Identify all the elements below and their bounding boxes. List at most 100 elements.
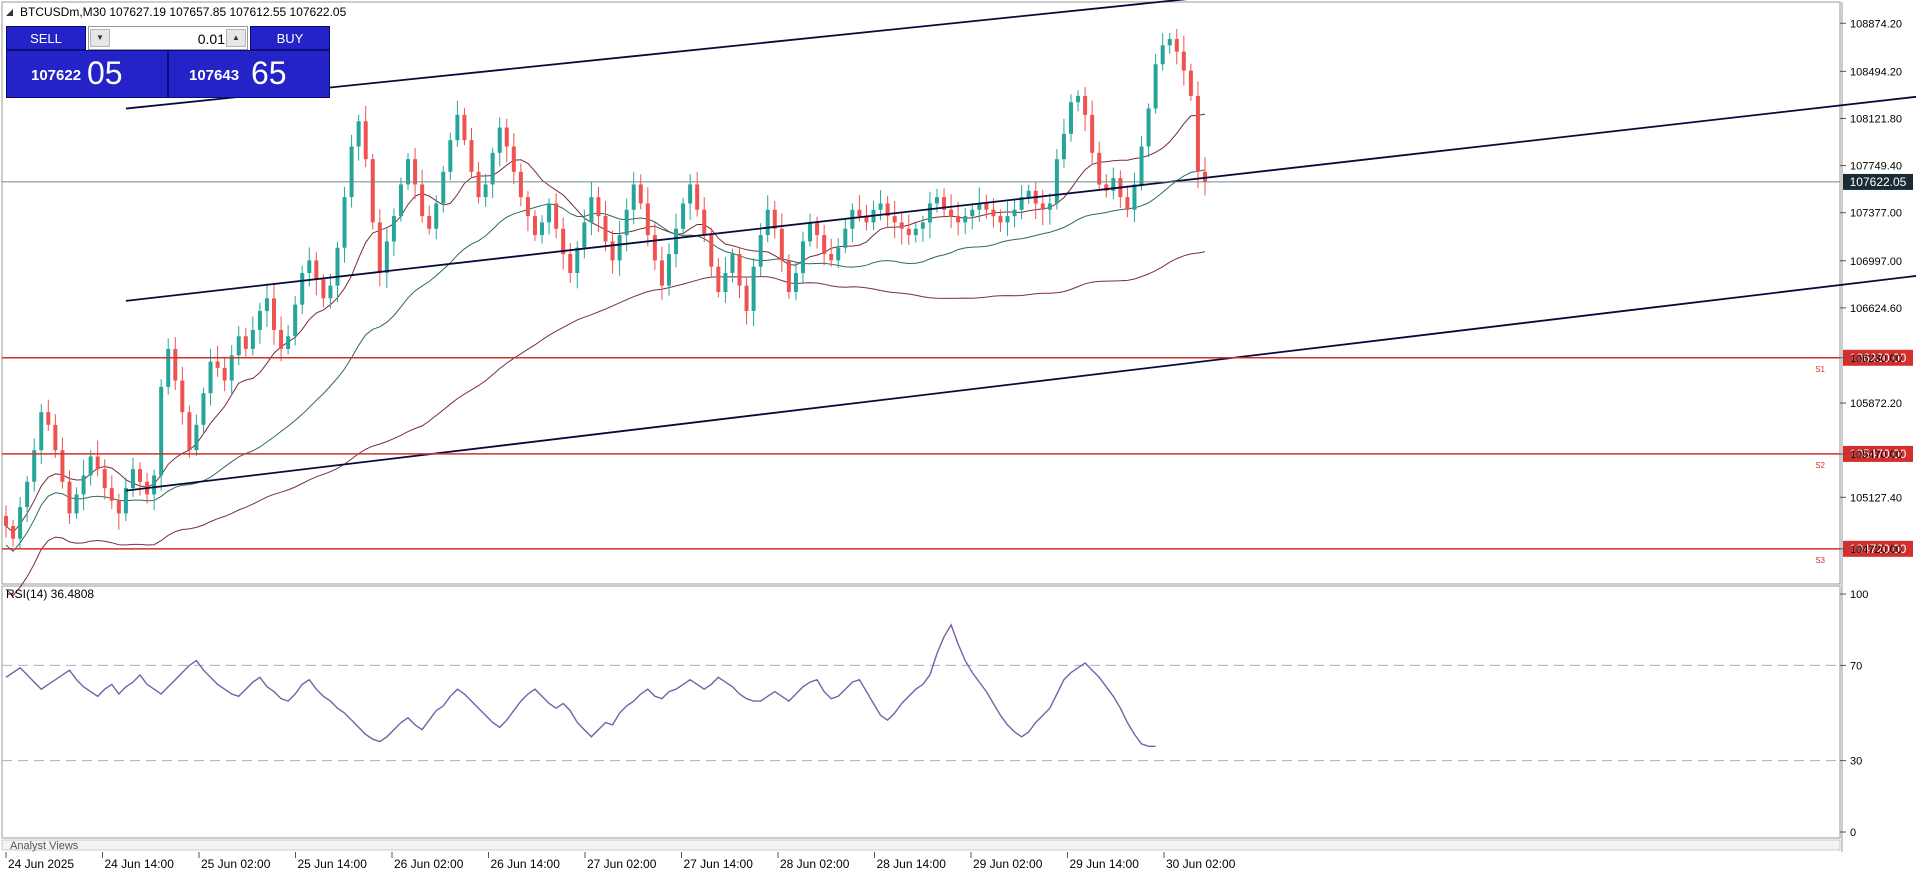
candle-body bbox=[843, 228, 848, 248]
candle-body bbox=[899, 222, 904, 229]
lot-size-field[interactable]: ▼ ▲ bbox=[88, 26, 248, 50]
candle-body bbox=[201, 393, 206, 425]
candle-body bbox=[638, 184, 643, 204]
sell-price-box[interactable]: 107622 05 bbox=[6, 50, 168, 98]
candle-body bbox=[596, 197, 601, 217]
current-price-label: 107622.05 bbox=[1850, 175, 1907, 189]
candle-body bbox=[328, 285, 333, 299]
buy-price-pips: 65 bbox=[251, 55, 287, 91]
lot-decrease-icon[interactable]: ▼ bbox=[90, 29, 110, 47]
candle-body bbox=[497, 127, 502, 153]
candle-body bbox=[152, 475, 157, 495]
price-tick-label: 108121.80 bbox=[1850, 113, 1902, 125]
candle-body bbox=[420, 184, 425, 217]
candle-body bbox=[109, 488, 114, 501]
candle-body bbox=[180, 380, 185, 413]
time-tick-label: 29 Jun 14:00 bbox=[1070, 857, 1140, 871]
candle-body bbox=[250, 329, 255, 349]
candle-body bbox=[1068, 102, 1073, 134]
candle-body bbox=[476, 171, 481, 198]
buy-price-box[interactable]: 107643 65 bbox=[168, 50, 330, 98]
candle-body bbox=[441, 171, 446, 204]
candle-body bbox=[39, 412, 44, 451]
moving-averages bbox=[5, 113, 1206, 597]
candle-body bbox=[307, 260, 312, 274]
candle-body bbox=[455, 114, 460, 141]
rsi-tick-label: 30 bbox=[1850, 756, 1862, 768]
candle-body bbox=[208, 361, 213, 394]
candle-body bbox=[116, 500, 121, 514]
candle-body bbox=[963, 216, 968, 223]
candle-body bbox=[264, 298, 269, 311]
candle-body bbox=[187, 412, 192, 451]
candle-body bbox=[674, 228, 679, 255]
candle-body bbox=[1012, 209, 1017, 217]
lot-input[interactable] bbox=[113, 30, 227, 48]
collapse-arrow-icon[interactable] bbox=[6, 9, 13, 16]
candle-body bbox=[575, 247, 580, 274]
candle-body bbox=[349, 146, 354, 198]
candle-body bbox=[257, 310, 262, 330]
candle-body bbox=[342, 197, 347, 248]
candle-body bbox=[850, 209, 855, 229]
candle-body bbox=[243, 336, 248, 349]
candle-body bbox=[547, 203, 552, 223]
candle-body bbox=[744, 285, 749, 311]
rsi-pane-border bbox=[1, 585, 1841, 839]
ma-slow-line bbox=[5, 251, 1206, 597]
candle-body bbox=[779, 228, 784, 261]
channel-middle-line bbox=[125, 95, 1916, 302]
candle-body bbox=[138, 469, 143, 482]
candle-body bbox=[956, 216, 961, 223]
rsi-tick-label: 70 bbox=[1850, 660, 1862, 672]
candle-body bbox=[568, 254, 573, 274]
candle-body bbox=[688, 184, 693, 204]
candle-body bbox=[730, 254, 735, 274]
candle-body bbox=[857, 209, 862, 217]
candle-body bbox=[765, 209, 770, 236]
price-tick-label: 107377.00 bbox=[1850, 208, 1902, 220]
candle-body bbox=[504, 127, 509, 147]
candles bbox=[4, 28, 1207, 550]
price-tick-label: 108494.20 bbox=[1850, 66, 1902, 78]
candle-body bbox=[786, 260, 791, 292]
candle-body bbox=[716, 266, 721, 292]
candle-body bbox=[272, 298, 277, 330]
time-tick-label: 26 Jun 14:00 bbox=[491, 857, 561, 871]
rsi-levels: 100 70 30 0 bbox=[2, 589, 1868, 839]
candle-body bbox=[81, 475, 86, 495]
candle-body bbox=[1083, 95, 1088, 115]
price-tick-label: 106624.60 bbox=[1850, 303, 1902, 315]
price-tick-label: 108874.20 bbox=[1850, 18, 1902, 30]
price-tick-label: 104720.00 bbox=[1850, 544, 1902, 556]
buy-price-main: 107643 bbox=[189, 67, 240, 84]
buy-button[interactable]: BUY bbox=[250, 26, 330, 50]
support-levels: 106230.00 S1 105470.00 S2 104720.00 S3 bbox=[2, 349, 1913, 565]
candle-body bbox=[681, 203, 686, 229]
candle-body bbox=[102, 469, 107, 489]
candle-body bbox=[1167, 38, 1172, 46]
price-tick-label: 105127.40 bbox=[1850, 492, 1902, 504]
candle-body bbox=[1005, 216, 1010, 223]
candle-body bbox=[1076, 95, 1081, 103]
price-chart[interactable]: 106230.00 S1 105470.00 S2 104720.00 S3 108874… bbox=[0, 0, 1916, 874]
candle-body bbox=[702, 209, 707, 236]
candle-body bbox=[920, 222, 925, 229]
time-tick-label: 26 Jun 02:00 bbox=[394, 857, 464, 871]
candle-body bbox=[356, 121, 361, 147]
candle-body bbox=[991, 209, 996, 217]
candle-body bbox=[631, 184, 636, 210]
candle-body bbox=[1040, 203, 1045, 210]
lot-increase-icon[interactable]: ▲ bbox=[226, 29, 246, 47]
candle-body bbox=[413, 159, 418, 185]
candle-body bbox=[822, 235, 827, 255]
candle-body bbox=[1174, 38, 1179, 52]
sell-button[interactable]: SELL bbox=[6, 26, 86, 50]
candle-body bbox=[469, 140, 474, 172]
analyst-views-label[interactable]: Analyst Views bbox=[10, 840, 79, 852]
candle-body bbox=[878, 203, 883, 210]
candle-body bbox=[589, 197, 594, 223]
candle-body bbox=[229, 355, 234, 381]
candle-body bbox=[652, 235, 657, 261]
candle-body bbox=[1181, 51, 1186, 71]
